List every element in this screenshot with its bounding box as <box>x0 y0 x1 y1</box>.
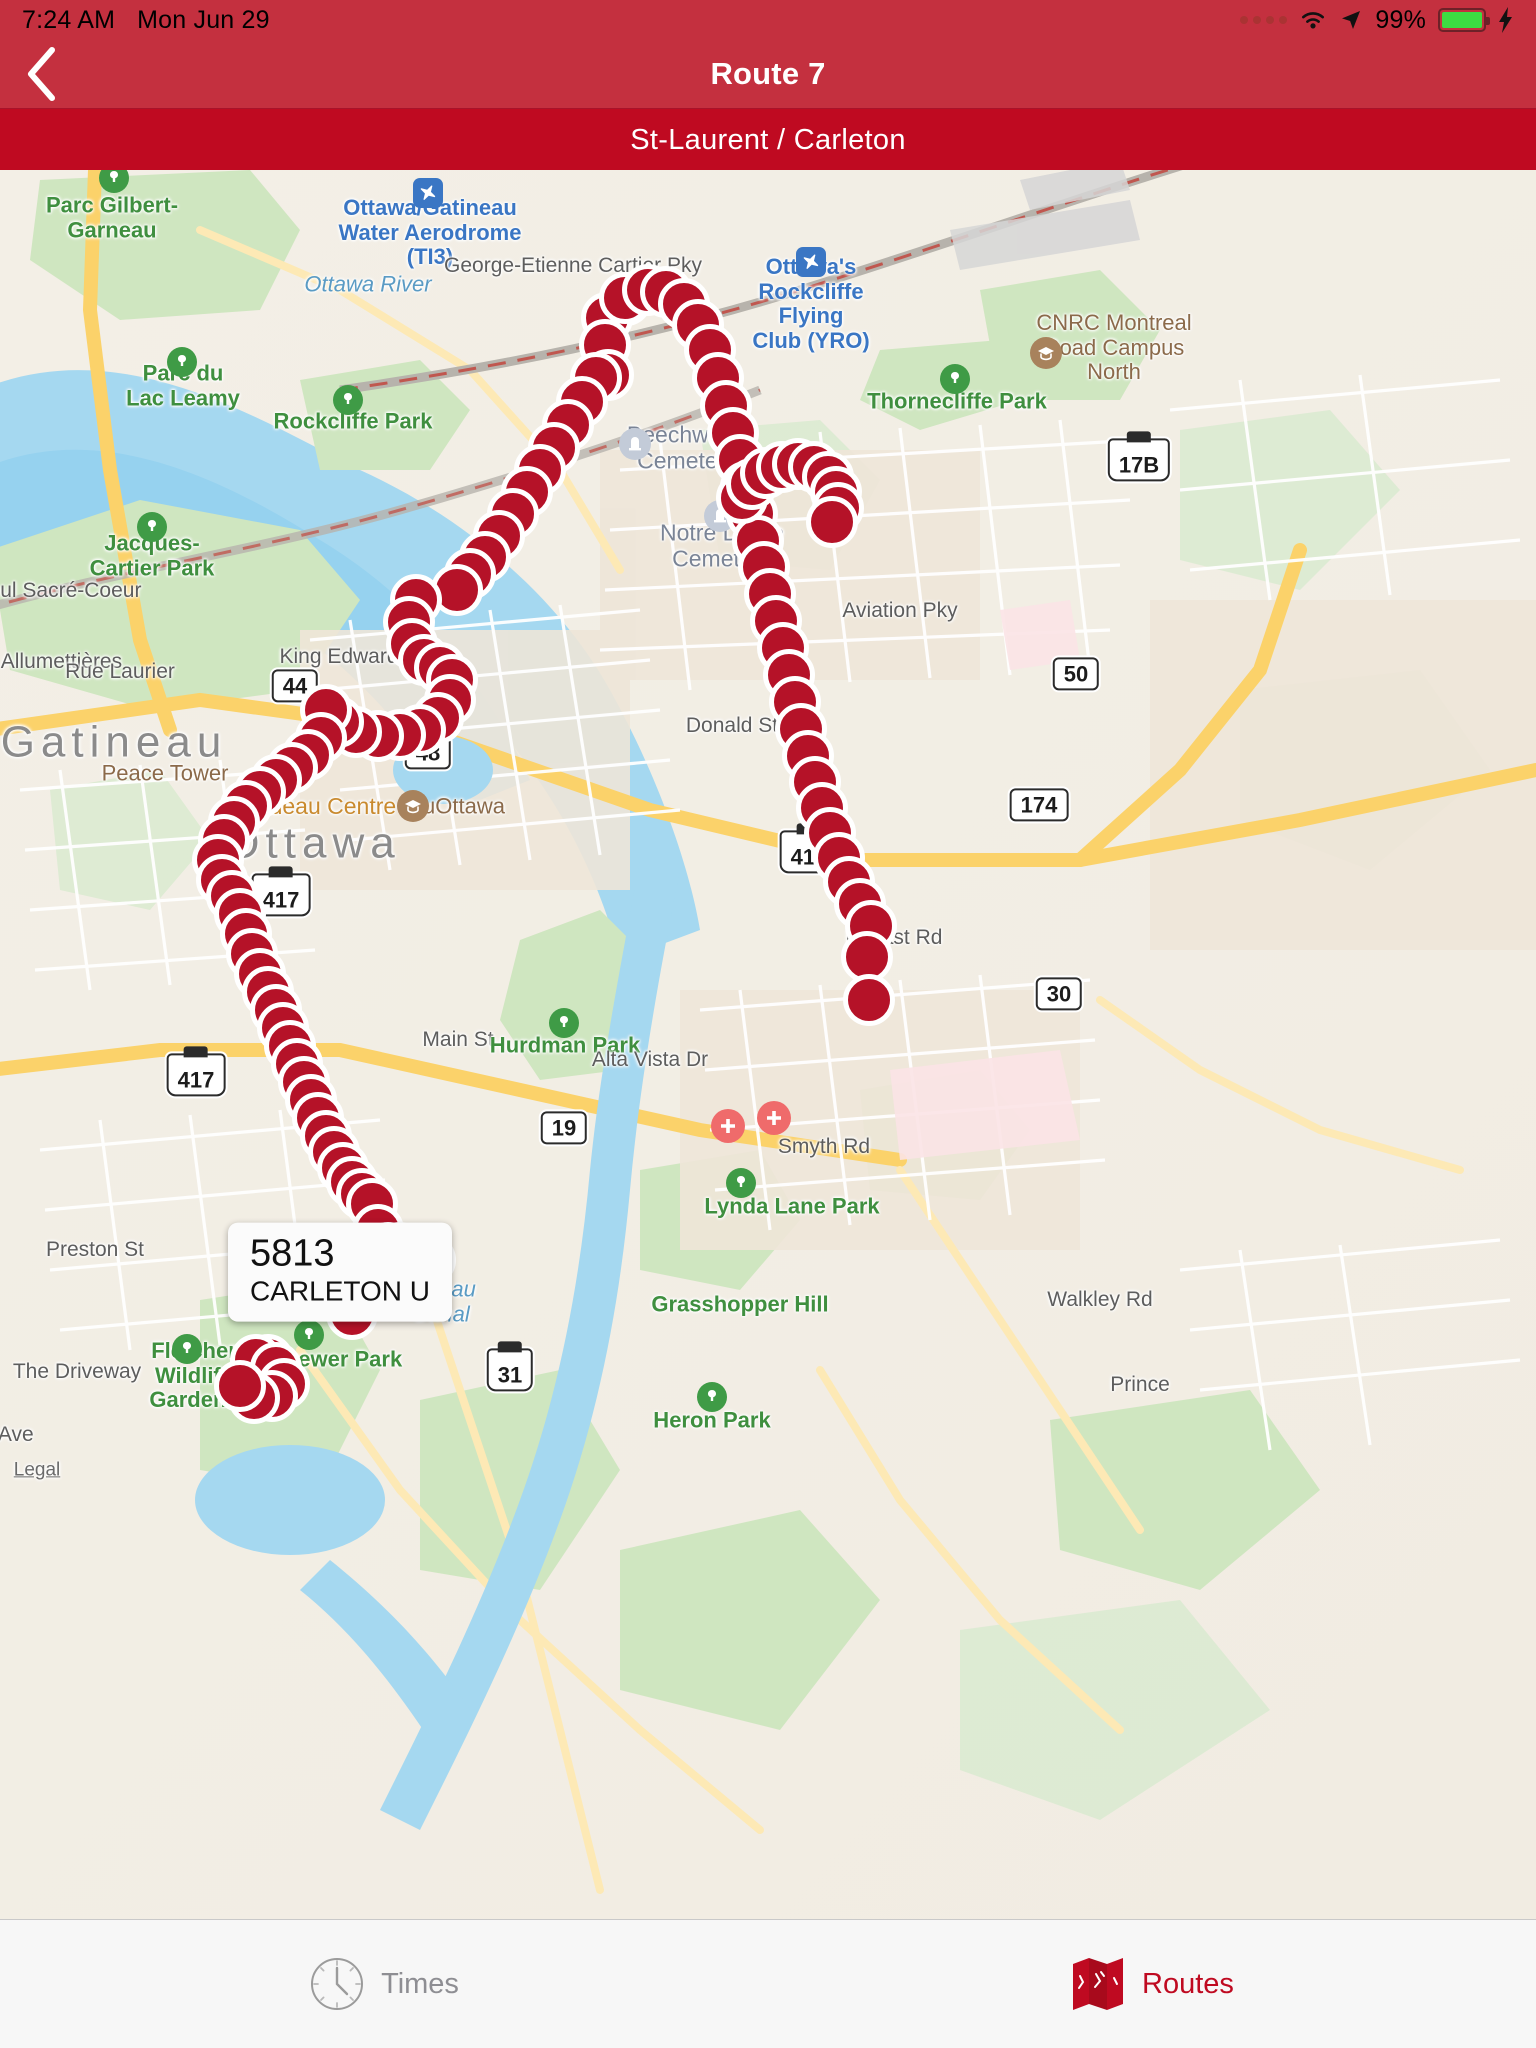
highway-shield: 19 <box>540 1111 588 1145</box>
route-subtitle-bar: St-Laurent / Carleton <box>0 108 1536 171</box>
stop-callout[interactable]: 5813 CARLETON U <box>228 1222 452 1322</box>
route-stop-marker[interactable] <box>214 1360 266 1412</box>
map-view[interactable]: Parc Gilbert-GarneauOttawa/GatineauWater… <box>0 170 1536 1920</box>
highway-shield: 17B <box>1107 438 1171 482</box>
back-chevron-icon <box>28 47 55 101</box>
page-title: Route 7 <box>710 56 826 91</box>
tree-poi-icon <box>940 364 970 394</box>
signal-dots-icon <box>1240 16 1288 24</box>
highway-shield: 417 <box>166 1053 226 1097</box>
wifi-icon <box>1302 12 1325 29</box>
highway-shield: 31 <box>486 1348 534 1392</box>
edu-poi-icon <box>1030 337 1062 369</box>
location-arrow-icon <box>1342 11 1361 29</box>
tab-routes-label: Routes <box>1142 1967 1234 2000</box>
back-button[interactable] <box>14 46 70 102</box>
tree-poi-icon <box>137 512 167 542</box>
tab-times-label: Times <box>381 1967 459 2000</box>
tab-routes[interactable]: Routes <box>768 1920 1536 2048</box>
status-bar-left: 7:24 AM Mon Jun 29 <box>22 6 270 35</box>
clock-icon <box>311 1958 364 2010</box>
tree-poi-icon <box>172 1334 202 1364</box>
charging-bolt-icon <box>1499 7 1512 33</box>
app-root: 7:24 AM Mon Jun 29 99% Route 7 St-Lauren… <box>0 0 1536 2048</box>
status-bar: 7:24 AM Mon Jun 29 99% <box>0 0 1536 40</box>
highway-shield: 30 <box>1035 977 1083 1011</box>
highway-shield: 174 <box>1009 788 1069 822</box>
nav-bar: Route 7 <box>0 40 1536 108</box>
route-subtitle: St-Laurent / Carleton <box>630 123 906 156</box>
cemetery-poi-icon <box>619 428 651 460</box>
route-stop-marker[interactable] <box>806 496 858 548</box>
battery-percent: 99% <box>1375 5 1426 34</box>
status-time: 7:24 AM <box>22 5 116 34</box>
map-canvas <box>0 170 1536 1920</box>
hospital-poi-icon <box>757 1101 791 1135</box>
tab-bar: Times Routes <box>0 1919 1536 2048</box>
tab-times[interactable]: Times <box>0 1920 768 2048</box>
edu-poi-icon <box>397 790 429 822</box>
airport-poi-icon <box>796 247 826 277</box>
highway-shield: 50 <box>1052 657 1100 691</box>
hospital-poi-icon <box>711 1109 745 1143</box>
tree-poi-icon <box>726 1168 756 1198</box>
tree-poi-icon <box>167 347 197 377</box>
tree-poi-icon <box>333 385 363 415</box>
map-fold-icon <box>1073 1958 1124 2010</box>
status-date: Mon Jun 29 <box>137 5 270 34</box>
tree-poi-icon <box>294 1320 324 1350</box>
tree-poi-icon <box>549 1008 579 1038</box>
battery-icon <box>1438 8 1490 32</box>
callout-stop-name: CARLETON U <box>250 1275 430 1307</box>
airport-poi-icon <box>413 178 443 208</box>
route-stop-marker[interactable] <box>843 974 895 1026</box>
tree-poi-icon <box>697 1382 727 1412</box>
status-bar-right: 99% <box>1240 6 1514 35</box>
callout-stop-id: 5813 <box>250 1232 335 1275</box>
